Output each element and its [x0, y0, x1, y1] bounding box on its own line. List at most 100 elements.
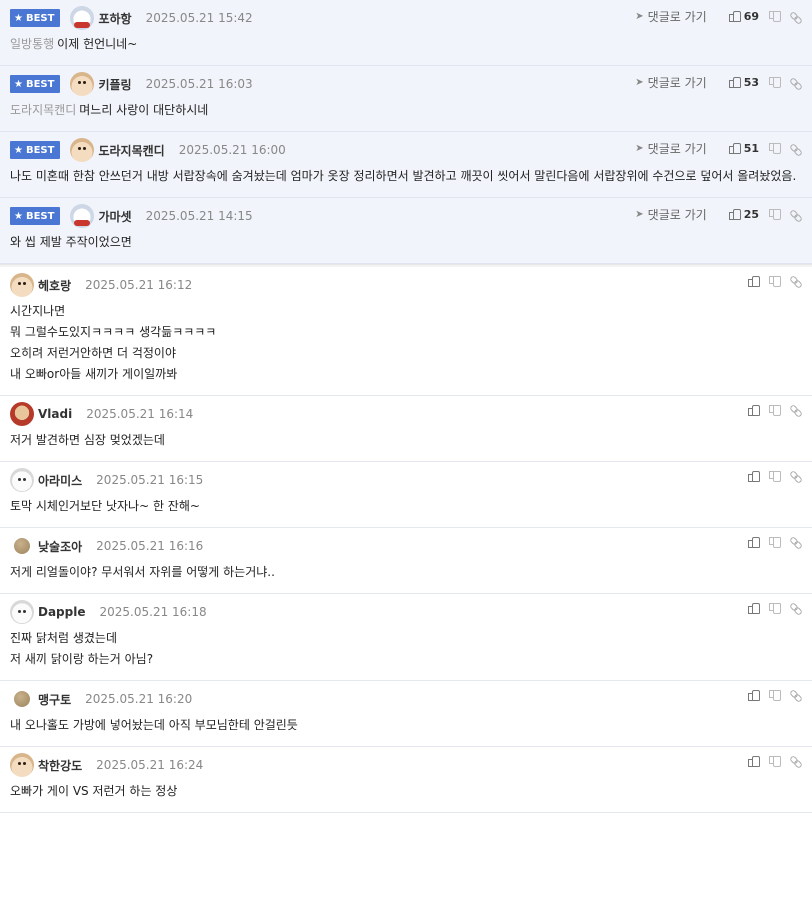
nickname[interactable]: 키플링	[98, 76, 131, 93]
downvote-button[interactable]	[769, 755, 781, 767]
upvote-button[interactable]	[748, 404, 760, 416]
copy-link-button[interactable]	[790, 11, 802, 23]
white-dog-icon[interactable]	[10, 468, 34, 492]
upvote-count: 51	[743, 142, 759, 155]
best-comment: ★ BEST 도라지목캔디 2025.05.21 16:00 ➤ 댓글로 가기 51…	[0, 132, 812, 198]
nickname[interactable]: 아라미스	[38, 472, 82, 489]
comment-actions	[738, 602, 802, 614]
downvote-button[interactable]	[769, 404, 781, 416]
copy-link-button[interactable]	[790, 275, 802, 287]
thumbs-down-icon	[769, 470, 781, 482]
comment-body: 시간지나면 뭐 그럴수도있지ㅋㅋㅋㅋ 생각듦ㅋㅋㅋㅋ 오히려 저런거안하면 더 …	[10, 304, 217, 381]
dog-icon[interactable]	[70, 138, 95, 162]
upvote-button[interactable]	[748, 602, 760, 614]
red-dog-icon[interactable]	[10, 402, 34, 426]
downvote-button[interactable]	[769, 536, 781, 548]
comment-actions	[738, 275, 802, 287]
best-comment: ★ BEST 키플링 2025.05.21 16:03 ➤ 댓글로 가기 53 도라…	[0, 66, 812, 132]
goto-comment-link[interactable]: ➤ 댓글로 가기	[635, 8, 706, 25]
upvote-count: 25	[743, 208, 759, 221]
upvote-button[interactable]: 25	[728, 208, 759, 221]
bear-icon[interactable]	[70, 6, 95, 30]
nickname[interactable]: 포하항	[98, 10, 131, 27]
copy-link-button[interactable]	[790, 689, 802, 701]
send-arrow-icon: ➤	[635, 77, 644, 88]
copy-link-button[interactable]	[790, 77, 802, 89]
comment: 낮술조아 2025.05.21 16:16 저게 리얼돌이야? 무서워서 자위를…	[0, 528, 812, 594]
downvote-button[interactable]	[769, 689, 781, 701]
comment-body: 오빠가 게이 VS 저런거 하는 정상	[10, 784, 178, 798]
timestamp: 2025.05.21 16:00	[178, 143, 286, 157]
thumbs-down-icon	[769, 209, 781, 220]
nickname[interactable]: 도라지목캔디	[98, 142, 164, 159]
upvote-button[interactable]: 53	[728, 76, 759, 89]
dog-icon[interactable]	[70, 72, 95, 96]
comment: 헤호랑 2025.05.21 16:12 시간지나면 뭐 그럴수도있지ㅋㅋㅋㅋ …	[0, 267, 812, 396]
copy-link-button[interactable]	[790, 602, 802, 614]
ball-icon[interactable]	[14, 691, 30, 707]
comment-body: 일방통행 이제 헌언니네~	[10, 37, 138, 51]
copy-link-button[interactable]	[790, 755, 802, 767]
copy-link-button[interactable]	[790, 470, 802, 482]
link-icon	[790, 602, 802, 614]
comment-actions	[738, 470, 802, 482]
star-icon: ★	[14, 144, 23, 156]
downvote-button[interactable]	[769, 11, 781, 22]
comment: 착한강도 2025.05.21 16:24 오빠가 게이 VS 저런거 하는 정…	[0, 747, 812, 813]
nickname[interactable]: 가마셋	[98, 208, 131, 225]
comment-list: ★ BEST 포하항 2025.05.21 15:42 ➤ 댓글로 가기 69 일방…	[0, 0, 812, 813]
downvote-button[interactable]	[769, 275, 781, 287]
nickname[interactable]: Vladi	[38, 407, 72, 421]
comment-body: 토막 시체인거보단 낫자나~ 한 잔해~	[10, 499, 200, 513]
copy-link-button[interactable]	[790, 536, 802, 548]
nickname[interactable]: 맹구토	[38, 691, 71, 708]
copy-link-button[interactable]	[790, 404, 802, 416]
link-icon	[790, 470, 802, 482]
nickname[interactable]: 낮술조아	[38, 538, 82, 555]
downvote-button[interactable]	[769, 470, 781, 482]
timestamp: 2025.05.21 16:14	[86, 407, 194, 421]
comment-body: 와 씹 제발 주작이었으면	[10, 235, 132, 249]
upvote-button[interactable]	[748, 536, 760, 548]
best-badge: ★ BEST	[10, 9, 61, 27]
nickname[interactable]: Dapple	[38, 605, 86, 619]
nickname[interactable]: 헤호랑	[38, 277, 71, 294]
category-label: 도라지목캔디	[10, 103, 77, 117]
upvote-button[interactable]	[748, 755, 760, 767]
upvote-button[interactable]	[748, 470, 760, 482]
upvote-button[interactable]	[748, 689, 760, 701]
ball-icon[interactable]	[14, 538, 30, 554]
send-arrow-icon: ➤	[635, 209, 644, 220]
dog-icon[interactable]	[10, 753, 34, 777]
downvote-button[interactable]	[769, 143, 781, 154]
comment-body: 저게 리얼돌이야? 무서워서 자위를 어떻게 하는거냐..	[10, 565, 275, 579]
upvote-button[interactable]	[748, 275, 760, 287]
goto-comment-link[interactable]: ➤ 댓글로 가기	[635, 140, 706, 157]
white-dog-icon[interactable]	[10, 600, 34, 624]
goto-comment-link[interactable]: ➤ 댓글로 가기	[635, 74, 706, 91]
downvote-button[interactable]	[769, 209, 781, 220]
best-badge: ★ BEST	[10, 207, 61, 225]
goto-comment-link[interactable]: ➤ 댓글로 가기	[635, 206, 706, 223]
dog-icon[interactable]	[10, 273, 34, 297]
downvote-button[interactable]	[769, 602, 781, 614]
bear-icon[interactable]	[70, 204, 95, 228]
thumbs-up-icon	[748, 755, 760, 767]
comment-body: 저거 발견하면 심장 멎었겠는데	[10, 433, 165, 447]
best-badge: ★ BEST	[10, 75, 61, 93]
thumbs-up-icon	[748, 536, 760, 548]
best-comment: ★ BEST 가마셋 2025.05.21 14:15 ➤ 댓글로 가기 25 와 …	[0, 198, 812, 264]
comment: 아라미스 2025.05.21 16:15 토막 시체인거보단 낫자나~ 한 잔…	[0, 462, 812, 528]
copy-link-button[interactable]	[790, 209, 802, 221]
comment-actions: ➤ 댓글로 가기 53	[635, 74, 802, 91]
star-icon: ★	[14, 12, 23, 24]
downvote-button[interactable]	[769, 77, 781, 88]
timestamp: 2025.05.21 14:15	[145, 209, 253, 223]
thumbs-up-icon	[748, 404, 760, 416]
upvote-button[interactable]: 69	[728, 10, 759, 23]
timestamp: 2025.05.21 15:42	[145, 11, 253, 25]
nickname[interactable]: 착한강도	[38, 757, 82, 774]
copy-link-button[interactable]	[790, 143, 802, 155]
upvote-button[interactable]: 51	[728, 142, 759, 155]
timestamp: 2025.05.21 16:16	[96, 539, 204, 553]
